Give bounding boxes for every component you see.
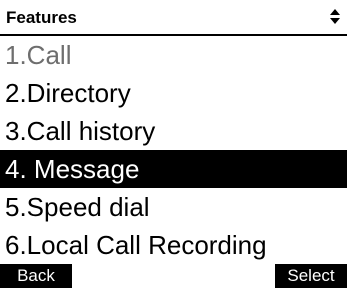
menu-item-local-call-recording[interactable]: 6.Local Call Recording [0,226,347,264]
menu-item-label: 3.Call history [5,116,156,146]
features-menu: 1.Call 2.Directory 3.Call history 4. Mes… [0,36,347,264]
menu-item-label: 6.Local Call Recording [5,230,267,260]
select-softkey[interactable]: Select [275,264,347,288]
title-bar: Features [0,0,347,36]
back-softkey[interactable]: Back [0,264,72,288]
menu-item-label: 5.Speed dial [5,192,150,222]
page-title: Features [6,8,77,27]
menu-item-label: 4. Message [5,154,140,184]
select-softkey-label: Select [287,266,335,285]
back-softkey-label: Back [17,266,55,285]
menu-item-directory[interactable]: 2.Directory [0,74,347,112]
menu-item-label: 2.Directory [5,78,131,108]
menu-item-label: 1.Call [5,40,72,70]
menu-item-call[interactable]: 1.Call [0,36,347,74]
menu-item-message[interactable]: 4. Message [0,150,347,188]
softkey-bar: Back Select [0,264,347,288]
up-down-scroll-arrows-icon [330,9,340,24]
menu-item-call-history[interactable]: 3.Call history [0,112,347,150]
menu-item-speed-dial[interactable]: 5.Speed dial [0,188,347,226]
phone-screen: Features 1.Call 2.Directory 3.Call histo… [0,0,347,288]
